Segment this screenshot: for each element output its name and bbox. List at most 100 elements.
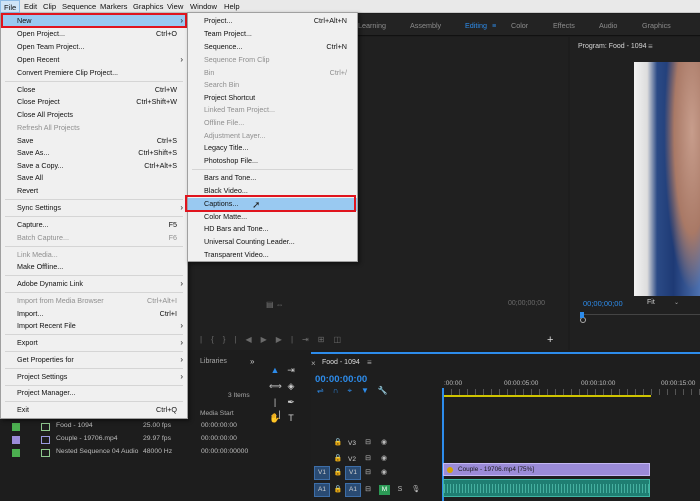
program-fit-select[interactable]: Fit (647, 299, 655, 306)
menu-item-convert-clip[interactable]: Convert Premiere Clip Project... (1, 67, 187, 80)
menu-item-capture[interactable]: Capture... F5 (1, 219, 187, 232)
menu-item-close[interactable]: Close Ctrl+W (1, 84, 187, 97)
tab-libraries[interactable]: Libraries (200, 358, 227, 365)
menu-sequence[interactable]: Sequence (59, 0, 99, 13)
menu-item-open-team-project[interactable]: Open Team Project... (1, 41, 187, 54)
menu-item-sync-settings[interactable]: Sync Settings › (1, 202, 187, 215)
microphone-icon[interactable]: 🎙 (411, 485, 421, 495)
menu-item-new-project[interactable]: Project... Ctrl+Alt+N (188, 15, 357, 28)
add-button-icon[interactable]: + (547, 334, 553, 346)
timeline-title[interactable]: Food - 1094 (322, 359, 360, 366)
audio-clip[interactable] (443, 479, 650, 497)
column-media-start[interactable]: Media Start (200, 410, 234, 417)
selection-tool-icon[interactable]: ▲ (269, 364, 281, 376)
razor-tool-icon[interactable]: ◈ (285, 380, 297, 392)
menu-item-team-project[interactable]: Team Project... (188, 28, 357, 41)
menu-item-project-settings[interactable]: Project Settings › (1, 371, 187, 384)
menu-item-make-offline[interactable]: Make Offline... (1, 261, 187, 274)
menu-item-close-project[interactable]: Close Project Ctrl+Shift+W (1, 96, 187, 109)
menu-view[interactable]: View (164, 0, 186, 13)
track-target-a1[interactable]: A1 (345, 483, 361, 497)
workspace-color[interactable]: Color (511, 21, 528, 30)
timeline-settings-icons[interactable]: ⇌∩⌖▼🔧 (317, 386, 397, 396)
program-scrub-bar[interactable] (580, 314, 700, 315)
chevron-down-icon[interactable]: ⌄ (674, 299, 679, 306)
menu-item-sequence[interactable]: Sequence... Ctrl+N (188, 41, 357, 54)
menu-item-import-recent-file[interactable]: Import Recent File › (1, 320, 187, 333)
menu-markers[interactable]: Markers (97, 0, 130, 13)
menu-item-save-as[interactable]: Save As... Ctrl+Shift+S (1, 147, 187, 160)
lock-icon[interactable]: 🔒 (333, 485, 343, 495)
menu-item-project-manager[interactable]: Project Manager... (1, 387, 187, 400)
menu-item-open-project[interactable]: Open Project... Ctrl+O (1, 28, 187, 41)
work-area-bar[interactable] (443, 395, 651, 397)
timeline-timecode[interactable]: 00:00:00:00 (315, 374, 367, 385)
source-patch-v1[interactable]: V1 (314, 466, 330, 480)
track-select-tool-icon[interactable]: ⇥ (285, 364, 297, 376)
menu-item-photoshop-file[interactable]: Photoshop File... (188, 155, 357, 168)
menu-item-bars-and-tone[interactable]: Bars and Tone... (188, 172, 357, 185)
menu-item-universal-counting-leader[interactable]: Universal Counting Leader... (188, 236, 357, 249)
ripple-edit-tool-icon[interactable]: ⟺ (269, 380, 282, 392)
lock-icon[interactable]: 🔒 (333, 468, 343, 478)
menu-item-save-a-copy[interactable]: Save a Copy... Ctrl+Alt+S (1, 160, 187, 173)
menu-edit[interactable]: Edit (21, 0, 40, 13)
menu-file[interactable]: File (0, 0, 21, 13)
menu-item-legacy-title[interactable]: Legacy Title... (188, 142, 357, 155)
sync-lock-icon[interactable]: ⊟ (363, 485, 373, 495)
slip-tool-icon[interactable]: |↔| (269, 396, 281, 419)
menu-item-project-shortcut[interactable]: Project Shortcut (188, 92, 357, 105)
workspace-graphics[interactable]: Graphics (642, 21, 671, 30)
close-icon[interactable]: × (311, 359, 316, 368)
list-item[interactable]: Food - 1094 25.00 fps 00:00:00:00 (0, 420, 260, 433)
video-clip[interactable]: Couple - 19706.mp4 [75%] (443, 463, 650, 476)
menu-item-color-matte[interactable]: Color Matte... (188, 211, 357, 224)
menu-item-open-recent[interactable]: Open Recent › (1, 54, 187, 67)
sync-lock-icon[interactable]: ⊟ (363, 438, 373, 448)
menu-item-exit[interactable]: Exit Ctrl+Q (1, 404, 187, 417)
menu-item-adobe-dynamic-link[interactable]: Adobe Dynamic Link › (1, 278, 187, 291)
program-menu-icon[interactable]: ≡ (648, 42, 653, 51)
hand-tool-icon[interactable]: ✋ (269, 412, 281, 424)
menu-item-close-all-projects[interactable]: Close All Projects (1, 109, 187, 122)
mute-button[interactable]: M (379, 485, 390, 495)
menu-clip[interactable]: Clip (40, 0, 59, 13)
workspace-effects[interactable]: Effects (553, 21, 575, 30)
list-item[interactable]: Nested Sequence 04 Audio 48000 Hz 00:00:… (0, 446, 260, 459)
type-tool-icon[interactable]: T (285, 412, 297, 424)
lock-icon[interactable]: 🔒 (333, 438, 343, 448)
program-timecode[interactable]: 00;00;00;00 (583, 299, 623, 308)
timeline-menu-icon[interactable]: ≡ (367, 358, 372, 367)
label-color-swatch[interactable] (12, 436, 20, 444)
workspace-menu-icon[interactable]: ≡ (492, 21, 496, 30)
source-transport-controls[interactable]: |{}|◀▶▶|⇥⊞◫ (200, 335, 350, 344)
source-patch-a1[interactable]: A1 (314, 483, 330, 497)
eye-icon[interactable]: ◉ (379, 438, 389, 448)
workspace-audio[interactable]: Audio (599, 21, 617, 30)
workspace-assembly[interactable]: Assembly (410, 21, 441, 30)
menu-item-save[interactable]: Save Ctrl+S (1, 135, 187, 148)
source-settings-icon[interactable]: ▤ ⇔ (266, 300, 284, 309)
playhead-marker-icon[interactable] (580, 312, 584, 318)
solo-button[interactable]: S (395, 485, 405, 495)
eye-icon[interactable]: ◉ (379, 454, 389, 464)
panel-overflow-icon[interactable]: » (250, 357, 254, 366)
list-item[interactable]: Couple - 19706.mp4 29.97 fps 00:00:00:00 (0, 433, 260, 446)
menu-item-save-all[interactable]: Save All (1, 172, 187, 185)
menu-item-get-properties[interactable]: Get Properties for › (1, 354, 187, 367)
sync-lock-icon[interactable]: ⊟ (363, 454, 373, 464)
label-color-swatch[interactable] (12, 423, 20, 431)
menu-graphics[interactable]: Graphics (130, 0, 166, 13)
workspace-editing[interactable]: Editing (465, 21, 487, 30)
label-color-swatch[interactable] (12, 449, 20, 457)
track-target-v1[interactable]: V1 (345, 466, 361, 480)
menu-item-export[interactable]: Export › (1, 337, 187, 350)
menu-item-import[interactable]: Import... Ctrl+I (1, 308, 187, 321)
menu-item-transparent-video[interactable]: Transparent Video... (188, 249, 357, 262)
sync-lock-icon[interactable]: ⊟ (363, 468, 373, 478)
eye-icon[interactable]: ◉ (379, 468, 389, 478)
menu-item-hd-bars-and-tone[interactable]: HD Bars and Tone... (188, 223, 357, 236)
lock-icon[interactable]: 🔒 (333, 454, 343, 464)
workspace-learning[interactable]: Learning (358, 21, 386, 30)
menu-item-revert[interactable]: Revert (1, 185, 187, 198)
